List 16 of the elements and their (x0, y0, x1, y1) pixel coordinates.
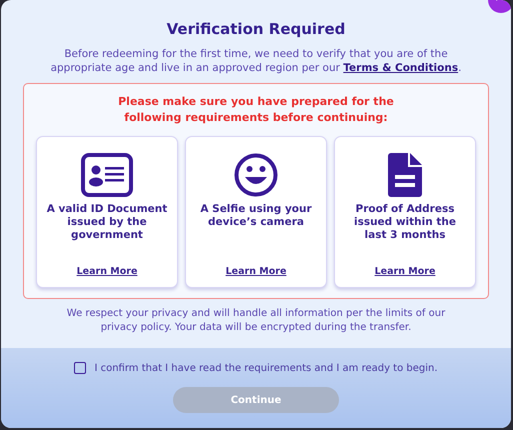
intro-text: Before redeeming for the first time, we need to verify that you are of the appropriate age and live in an approved region per our Terms & Conditions. (50, 47, 462, 75)
requirement-label: A Selfie using your device’s camera (199, 203, 313, 229)
learn-more-link[interactable]: Learn More (226, 266, 286, 277)
confirm-checkbox[interactable] (74, 362, 86, 374)
id-card-icon (81, 153, 133, 197)
learn-more-link[interactable]: Learn More (76, 266, 138, 277)
requirements-heading: Please make sure you have prepared for the following requirements before continuing: (117, 94, 395, 126)
document-icon (388, 153, 422, 197)
requirement-label: Proof of Address issued within the last 3 months (352, 203, 457, 242)
requirement-label: A valid ID Document issued by the government (46, 203, 168, 242)
dialog-title: Verification Required (166, 20, 346, 38)
learn-more-link[interactable]: Learn More (374, 266, 436, 277)
confirm-label: I confirm that I have read the requirements and I am ready to begin. (94, 362, 438, 374)
terms-link[interactable]: Terms & Conditions (343, 62, 458, 74)
privacy-note: We respect your privacy and will handle all information per the limits of our privacy policy. Your data will be encrypted during the transfer. (66, 307, 446, 335)
smiley-face-icon (234, 153, 278, 197)
